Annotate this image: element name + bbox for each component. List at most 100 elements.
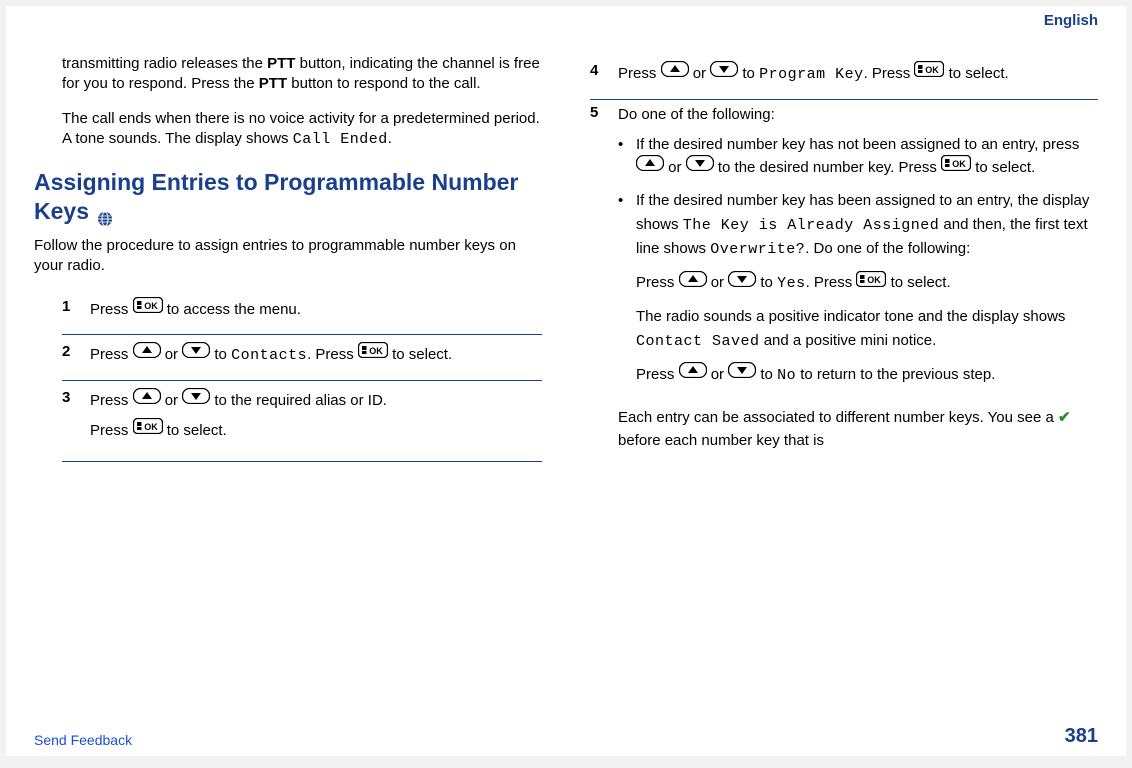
down-button-icon	[182, 388, 210, 412]
bullet-1: If the desired number key has not been a…	[618, 133, 1098, 180]
send-feedback-link[interactable]: Send Feedback	[34, 732, 132, 748]
up-button-icon	[661, 61, 689, 85]
up-button-icon	[133, 342, 161, 366]
text: Press	[618, 65, 661, 82]
text: or	[711, 274, 729, 291]
up-button-icon	[679, 362, 707, 385]
text: to	[760, 274, 777, 291]
text: to select.	[949, 65, 1009, 82]
sub-bullets: If the desired number key has not been a…	[618, 133, 1098, 398]
step-body: Do one of the following: If the desired …	[618, 104, 1098, 458]
menu-ok-button-icon: OK	[133, 297, 163, 321]
section-heading: Assigning Entries to Programmable Number…	[34, 168, 542, 226]
text: or	[668, 159, 686, 176]
menu-ok-button-icon: OK	[856, 271, 886, 294]
svg-text:OK: OK	[144, 422, 158, 432]
display-text-no: No	[777, 367, 796, 384]
step-number: 2	[62, 343, 90, 368]
text: to select.	[392, 346, 452, 363]
text: to select.	[891, 274, 951, 291]
step-5: 5 Do one of the following: If the desire…	[590, 100, 1098, 468]
step-tail: Each entry can be associated to differen…	[618, 407, 1098, 452]
text: . Do one of the following:	[805, 240, 970, 257]
display-text-call-ended: Call Ended	[293, 131, 388, 148]
footer: Send Feedback 381	[34, 725, 1098, 748]
paragraph-callend: The call ends when there is no voice act…	[34, 109, 542, 151]
down-button-icon	[728, 271, 756, 294]
text: Press	[90, 346, 133, 363]
display-text-overwrite: Overwrite?	[710, 241, 805, 258]
text: Press	[90, 301, 133, 318]
display-text-program-key: Program Key	[759, 66, 864, 83]
ptt-label: PTT	[259, 75, 287, 92]
text: Each entry can be associated to differen…	[618, 409, 1058, 426]
step-body: Press OK to access the menu.	[90, 298, 542, 322]
menu-ok-button-icon: OK	[941, 155, 971, 178]
display-text-yes: Yes	[777, 275, 806, 292]
step-lead: Do one of the following:	[618, 104, 1098, 127]
text: to select.	[975, 159, 1035, 176]
ptt-label: PTT	[267, 55, 295, 72]
step-number: 1	[62, 298, 90, 322]
text: and a positive mini notice.	[760, 332, 937, 349]
step-number: 4	[590, 62, 618, 87]
right-column: 4 Press or to Program Key. Press OK to s…	[590, 54, 1098, 468]
step-number: 5	[590, 104, 618, 458]
svg-text:OK: OK	[144, 301, 158, 311]
step-3: 3 Press or to the required alias or	[62, 381, 542, 462]
text: Press	[90, 422, 133, 439]
step-1: 1 Press OK to access the menu.	[62, 290, 542, 335]
left-column: transmitting radio releases the PTT butt…	[34, 54, 542, 468]
text: . Press	[806, 274, 857, 291]
page-number: 381	[1065, 725, 1098, 748]
down-button-icon	[728, 362, 756, 385]
text: or	[711, 366, 729, 383]
svg-text:OK: OK	[369, 346, 383, 356]
text: . Press	[864, 65, 915, 82]
display-text-key-assigned: The Key is Already Assigned	[683, 217, 940, 234]
up-button-icon	[636, 155, 664, 178]
text: button to respond to the call.	[287, 75, 480, 92]
section-intro: Follow the procedure to assign entries t…	[34, 236, 542, 277]
text: to access the menu.	[167, 301, 301, 318]
text: to	[214, 346, 231, 363]
svg-text:OK: OK	[926, 65, 940, 75]
columns: transmitting radio releases the PTT butt…	[34, 6, 1098, 468]
up-button-icon	[679, 271, 707, 294]
menu-ok-button-icon: OK	[358, 342, 388, 366]
bullet-2: If the desired number key has been assig…	[618, 189, 1098, 397]
text: Press	[90, 392, 133, 409]
menu-ok-button-icon: OK	[133, 418, 163, 442]
down-button-icon	[686, 155, 714, 178]
menu-ok-button-icon: OK	[914, 61, 944, 85]
text: to	[760, 366, 777, 383]
text: to the desired number key. Press	[718, 159, 941, 176]
text: The radio sounds a positive indicator to…	[636, 308, 1065, 325]
text: .	[388, 130, 392, 147]
header-language: English	[1044, 12, 1098, 29]
check-icon: ✔	[1058, 407, 1071, 430]
svg-text:OK: OK	[868, 275, 882, 285]
text: to select.	[167, 422, 227, 439]
paragraph-ptt: transmitting radio releases the PTT butt…	[34, 54, 542, 95]
globe-icon	[97, 205, 113, 221]
display-text-contacts: Contacts	[231, 347, 307, 364]
text: to return to the previous step.	[796, 366, 995, 383]
page: English transmitting radio releases the …	[6, 6, 1126, 756]
down-button-icon	[182, 342, 210, 366]
text: to the required alias or ID.	[214, 392, 387, 409]
text: or	[165, 346, 183, 363]
step-body: Press or to Contacts. Press OK to se	[90, 343, 542, 368]
steps-list: 1 Press OK to access the menu. 2 Press	[34, 290, 542, 462]
text: . Press	[307, 346, 358, 363]
display-text-contact-saved: Contact Saved	[636, 333, 760, 350]
step-2: 2 Press or to Contacts. Press OK	[62, 335, 542, 381]
text: If the desired number key has not been a…	[636, 136, 1079, 153]
text: to	[742, 65, 759, 82]
up-button-icon	[133, 388, 161, 412]
text: before each number key that is	[618, 432, 824, 449]
text: Press	[636, 274, 679, 291]
step-4: 4 Press or to Program Key. Press OK to s…	[590, 54, 1098, 100]
step-body: Press or to the required alias or ID.	[90, 389, 542, 449]
step-body: Press or to Program Key. Press OK to sel…	[618, 62, 1098, 87]
